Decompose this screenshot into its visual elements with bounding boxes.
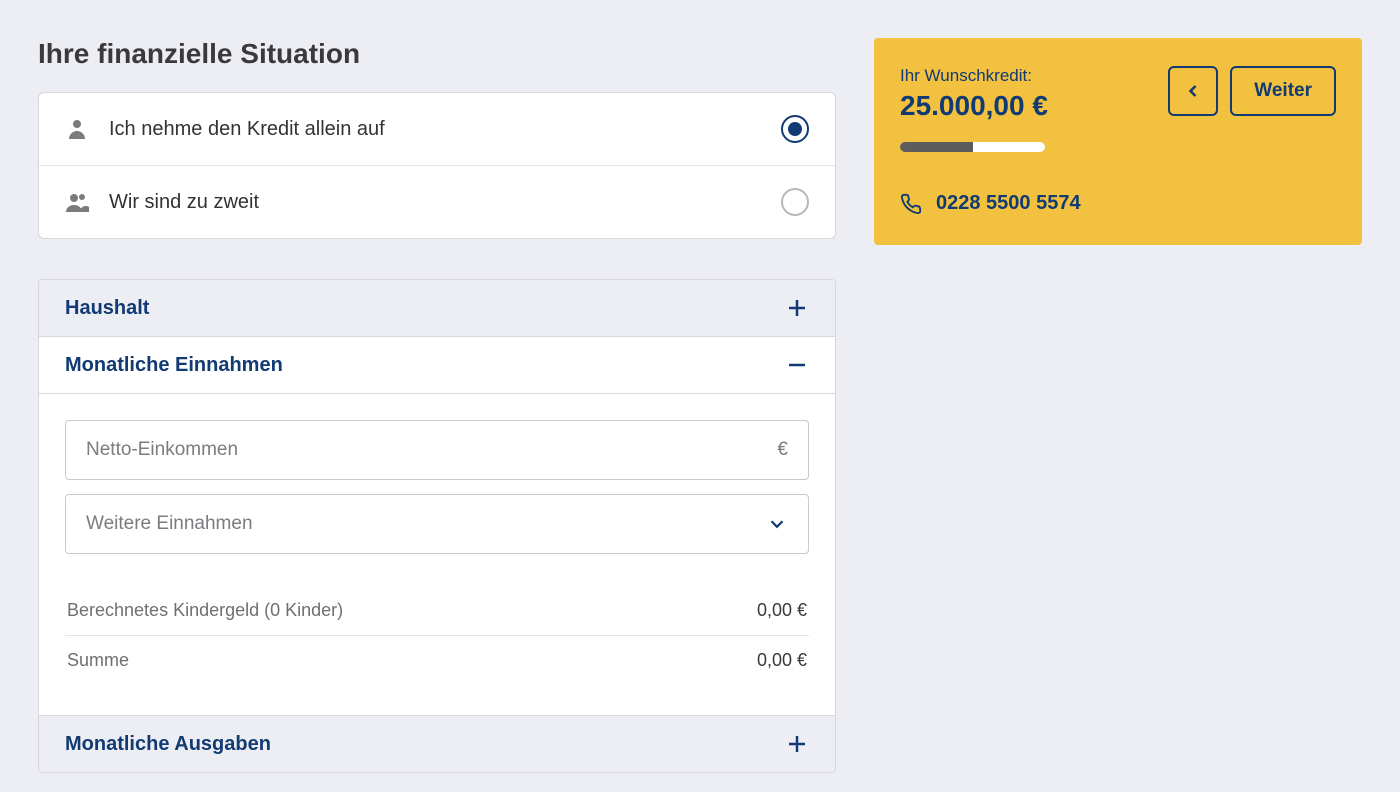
radio-label-alone: Ich nehme den Kredit allein auf [109, 118, 781, 141]
situation-accordion: Haushalt Monatliche Einnahmen Netto-Eink… [38, 279, 836, 773]
radio-option-alone[interactable]: Ich nehme den Kredit allein auf [39, 93, 835, 166]
netto-income-input[interactable]: Netto-Einkommen € [65, 420, 809, 480]
radio-indicator [781, 115, 809, 143]
accordion-header-income[interactable]: Monatliche Einnahmen [39, 337, 835, 394]
kindergeld-label: Berechnetes Kindergeld (0 Kinder) [67, 600, 343, 621]
credit-amount: 25.000,00 € [900, 90, 1048, 122]
radio-label-together: Wir sind zu zweit [109, 191, 781, 214]
chevron-down-icon [766, 513, 788, 535]
radio-indicator [781, 188, 809, 216]
chevron-left-icon [1183, 81, 1203, 101]
accordion-title: Haushalt [65, 297, 149, 320]
progress-fill [900, 142, 973, 152]
person-icon [65, 117, 89, 141]
minus-icon [785, 353, 809, 377]
accordion-body-income: Netto-Einkommen € Weitere Einnahmen Bere… [39, 394, 835, 716]
next-button[interactable]: Weiter [1230, 66, 1336, 116]
kindergeld-value: 0,00 € [757, 600, 807, 621]
phone-icon [900, 193, 922, 215]
sum-label: Summe [67, 650, 129, 671]
accordion-title: Monatliche Einnahmen [65, 354, 283, 377]
progress-bar [900, 142, 1045, 152]
input-placeholder: Netto-Einkommen [86, 439, 777, 461]
phone-number: 0228 5500 5574 [936, 192, 1081, 215]
accordion-title: Monatliche Ausgaben [65, 733, 271, 756]
sum-value: 0,00 € [757, 650, 807, 671]
kindergeld-row: Berechnetes Kindergeld (0 Kinder) 0,00 € [65, 586, 809, 636]
people-icon [65, 190, 89, 214]
back-button[interactable] [1168, 66, 1218, 116]
page-title: Ihre finanzielle Situation [38, 38, 836, 70]
radio-option-together[interactable]: Wir sind zu zweit [39, 166, 835, 238]
plus-icon [785, 296, 809, 320]
additional-income-select[interactable]: Weitere Einnahmen [65, 494, 809, 554]
credit-summary-card: Ihr Wunschkredit: 25.000,00 € Weiter [874, 38, 1362, 245]
currency-suffix: € [777, 439, 788, 461]
credit-label: Ihr Wunschkredit: [900, 66, 1048, 86]
select-placeholder: Weitere Einnahmen [86, 513, 766, 535]
accordion-header-household[interactable]: Haushalt [39, 280, 835, 337]
sum-row: Summe 0,00 € [65, 636, 809, 685]
applicant-radio-group: Ich nehme den Kredit allein auf Wir sind… [38, 92, 836, 239]
phone-contact[interactable]: 0228 5500 5574 [900, 192, 1336, 215]
accordion-header-expenses[interactable]: Monatliche Ausgaben [39, 716, 835, 772]
plus-icon [785, 732, 809, 756]
